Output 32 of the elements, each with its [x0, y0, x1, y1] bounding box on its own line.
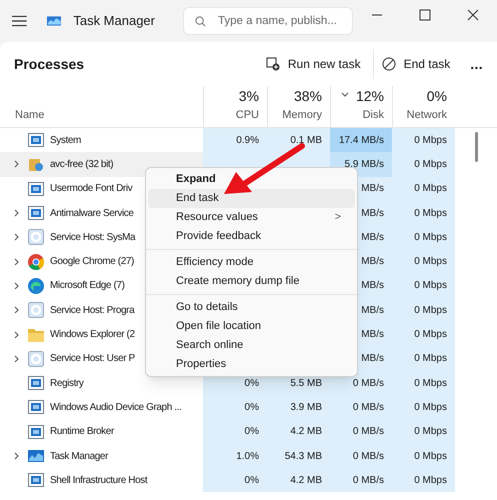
network-cell: 0 Mbps	[392, 152, 455, 177]
memory-cell: 54.3 MB	[267, 444, 330, 468]
window-title: Task Manager	[73, 12, 155, 30]
network-cell: 0 Mbps	[392, 128, 455, 152]
cpu-cell: 0%	[203, 420, 267, 444]
network-cell: 0 Mbps	[392, 468, 455, 492]
cpu-cell: 0%	[203, 395, 267, 420]
disk-cell: 0 MB/s	[330, 444, 392, 468]
network-cell: 0 Mbps	[392, 298, 455, 322]
network-cell: 0 Mbps	[392, 200, 455, 226]
network-cell: 0 Mbps	[392, 444, 455, 468]
network-cell: 0 Mbps	[392, 322, 455, 347]
page-title: Processes	[14, 54, 84, 74]
memory-cell: 4.2 MB	[267, 468, 330, 492]
disk-cell: 0 MB/s	[330, 395, 392, 420]
network-cell: 0 Mbps	[392, 370, 455, 396]
network-cell: 0 Mbps	[392, 346, 455, 371]
cpu-cell: 1.0%	[203, 444, 267, 468]
disk-cell: 0 MB/s	[330, 420, 392, 444]
memory-cell: 4.2 MB	[267, 420, 330, 444]
memory-cell: 0.1 MB	[267, 128, 330, 152]
network-cell: 0 Mbps	[392, 225, 455, 250]
memory-cell: 3.9 MB	[267, 395, 330, 420]
network-cell: 0 Mbps	[392, 420, 455, 444]
network-cell: 0 Mbps	[392, 395, 455, 420]
network-cell: 0 Mbps	[392, 274, 455, 298]
network-cell: 0 Mbps	[392, 249, 455, 274]
disk-cell: 0 MB/s	[330, 468, 392, 492]
network-cell: 0 Mbps	[392, 176, 455, 201]
cpu-cell: 0%	[203, 468, 267, 492]
cpu-cell: 0.9%	[203, 128, 267, 152]
disk-cell: 17.4 MB/s	[330, 128, 392, 152]
